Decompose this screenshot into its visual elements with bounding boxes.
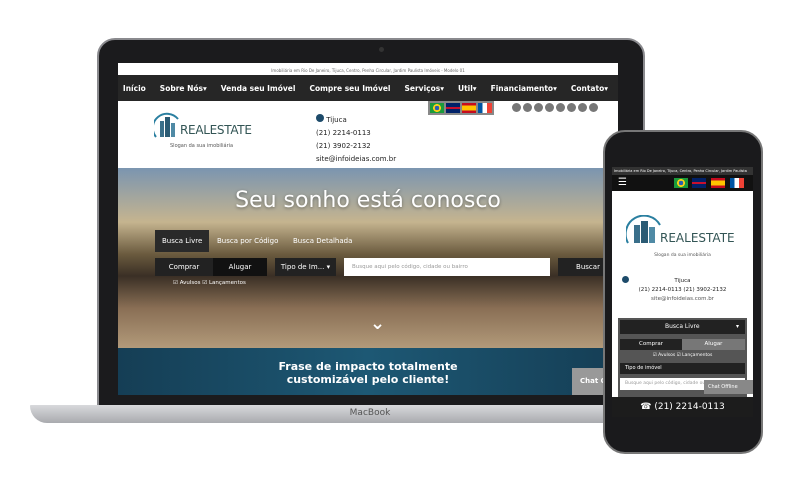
main-nav: Início Sobre Nós▾ Venda seu Imóvel Compr…: [118, 75, 618, 101]
social-icons: [512, 103, 598, 112]
youtube-icon[interactable]: [534, 103, 543, 112]
nav-contato[interactable]: Contato▾: [571, 84, 608, 93]
phone-contact: Tijuca (21) 2214-0113 (21) 3902-2132 site@…: [638, 278, 727, 302]
phone-slogan: Slogan da sua imobiliária: [654, 253, 711, 258]
instagram-icon[interactable]: [556, 103, 565, 112]
flag-france-icon[interactable]: [478, 103, 492, 113]
email-link[interactable]: site@infoideias.com.br: [316, 153, 396, 166]
phone-toolbar: ☰: [612, 175, 753, 191]
impact-band: Frase de impacto totalmente customizável …: [118, 348, 618, 395]
scroll-down-chevron-icon[interactable]: ⌄: [370, 313, 385, 334]
band-line-1: Frase de impacto totalmente: [278, 360, 458, 373]
twitter-icon[interactable]: [523, 103, 532, 112]
flag-brazil-icon[interactable]: [430, 103, 444, 113]
hero-title: Seu sonho está conosco: [235, 188, 501, 213]
phone-top-strip: Imobiliária em Rio De Janeiro, Tijuca, C…: [612, 167, 753, 175]
nav-venda[interactable]: Venda seu Imóvel: [221, 84, 296, 93]
phone-screen: Imobiliária em Rio De Janeiro, Tijuca, C…: [612, 167, 753, 417]
tab-busca-detalhada[interactable]: Busca Detalhada: [286, 230, 359, 252]
tab-busca-codigo[interactable]: Busca por Código: [210, 230, 285, 252]
property-type-select[interactable]: Tipo de imóvel: [620, 363, 745, 374]
buy-button[interactable]: Comprar: [155, 258, 213, 276]
slogan: Slogan da sua imobiliária: [170, 143, 234, 149]
laptop-screen: Imobiliária em Rio De Janeiro, Tijuca, C…: [118, 63, 618, 395]
pinterest-icon[interactable]: [567, 103, 576, 112]
tab-busca-livre[interactable]: Busca Livre: [155, 230, 210, 252]
top-strip: Imobiliária em Rio De Janeiro, Tijuca, C…: [118, 66, 618, 75]
band-line-2: customizável pelo cliente!: [286, 373, 450, 386]
buy-button[interactable]: Comprar: [620, 339, 682, 350]
flag-uk-icon[interactable]: [692, 178, 706, 188]
hero-banner: Seu sonho está conosco Busca Livre Busca…: [118, 168, 618, 348]
nav-servicos[interactable]: Serviços▾: [405, 84, 444, 93]
checkboxes[interactable]: ☑ Avulsos ☑ Lançamentos: [618, 353, 747, 358]
logo-text[interactable]: REALESTATE: [180, 123, 252, 137]
flag-uk-icon[interactable]: [446, 103, 460, 113]
building-logo-icon: [154, 112, 179, 138]
camera: [379, 47, 384, 52]
search-input[interactable]: Busque aqui pelo código, cidade ou bairr…: [344, 258, 550, 276]
checkboxes: ☑ Avulsos ☑ Lançamentos: [173, 280, 246, 286]
checkbox-avulsos[interactable]: ☑ Avulsos: [173, 280, 201, 286]
checkbox-lancamentos[interactable]: ☑ Lançamentos: [202, 280, 246, 286]
skype-icon[interactable]: [589, 103, 598, 112]
nav-financiamento[interactable]: Financiamento▾: [491, 84, 557, 93]
hamburger-menu-icon[interactable]: ☰: [618, 178, 627, 188]
flag-spain-icon[interactable]: [711, 178, 725, 188]
google-plus-icon[interactable]: [578, 103, 587, 112]
nav-util[interactable]: Util▾: [458, 84, 477, 93]
building-logo-icon: [626, 215, 661, 244]
chat-offline-button[interactable]: Chat Offline: [704, 380, 753, 394]
phone-logo-text[interactable]: REALESTATE: [660, 231, 735, 245]
facebook-icon[interactable]: [512, 103, 521, 112]
search-mode-select[interactable]: Busca Livre ▾: [620, 320, 745, 334]
nav-sobre[interactable]: Sobre Nós▾: [160, 84, 207, 93]
flag-spain-icon[interactable]: [462, 103, 476, 113]
nav-compre[interactable]: Compre seu Imóvel: [309, 84, 390, 93]
flag-brazil-icon[interactable]: [674, 178, 688, 188]
rent-button[interactable]: Alugar: [213, 258, 267, 276]
property-type-select[interactable]: Tipo de Im... ▾: [275, 258, 336, 276]
rent-button[interactable]: Alugar: [682, 339, 745, 350]
contact-info: Tijuca (21) 2214-0113 (21) 3902-2132 sit…: [316, 114, 396, 166]
linkedin-icon[interactable]: [545, 103, 554, 112]
flag-france-icon[interactable]: [730, 178, 744, 188]
phone-call-bar[interactable]: ☎ (21) 2214-0113: [612, 397, 753, 417]
nav-inicio[interactable]: Início: [123, 84, 146, 93]
language-flags: [428, 101, 494, 115]
phone-icon: [316, 114, 324, 122]
